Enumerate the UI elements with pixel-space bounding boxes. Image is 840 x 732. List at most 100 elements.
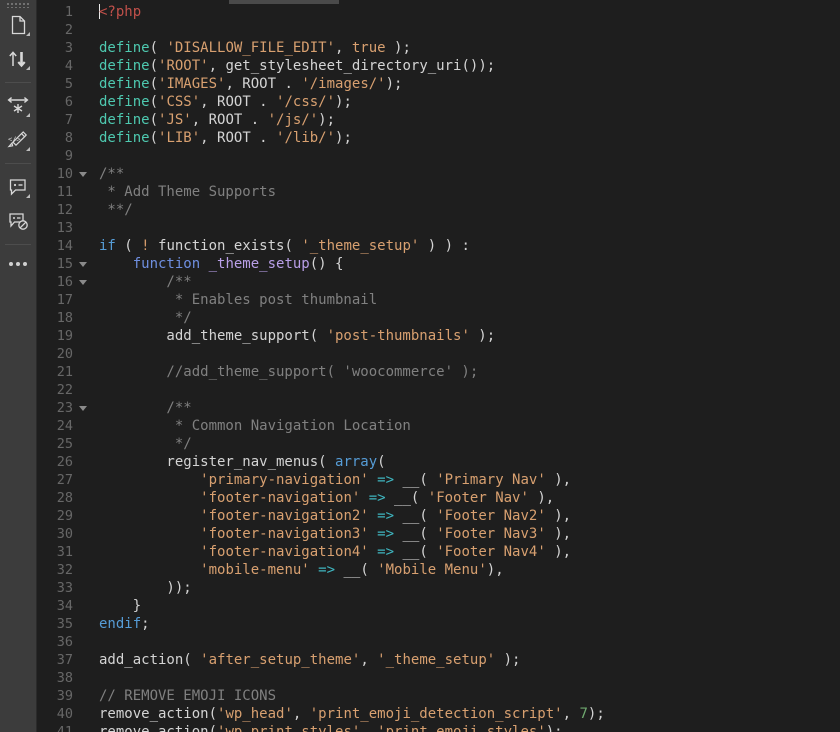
code-line[interactable]: 39 // REMOVE EMOJI ICONS xyxy=(37,687,840,705)
code-edit-icon[interactable]: </> xyxy=(3,125,33,155)
code-line[interactable]: 11 * Add Theme Supports xyxy=(37,183,840,201)
code-line[interactable]: 24 * Common Navigation Location xyxy=(37,417,840,435)
code-text[interactable]: 'mobile-menu' => __( 'Mobile Menu'), xyxy=(91,561,840,579)
fold-toggle-icon[interactable] xyxy=(75,165,91,183)
code-text[interactable]: define('LIB', ROOT . '/lib/'); xyxy=(91,129,840,147)
transfer-icon[interactable] xyxy=(3,44,33,74)
code-text[interactable]: remove_action('wp_head', 'print_emoji_de… xyxy=(91,705,840,723)
code-text[interactable]: */ xyxy=(91,435,840,453)
new-file-icon[interactable] xyxy=(3,10,33,40)
code-text[interactable] xyxy=(91,21,840,39)
code-text[interactable] xyxy=(91,381,840,399)
code-line[interactable]: 23 /** xyxy=(37,399,840,417)
code-text[interactable]: endif; xyxy=(91,615,840,633)
code-line[interactable]: 35 endif; xyxy=(37,615,840,633)
code-text[interactable]: /** xyxy=(91,273,840,291)
code-lines-container[interactable]: 1 <?php 2 3 define( 'DISALLOW_FILE_EDIT', tr… xyxy=(37,3,840,732)
code-line[interactable]: 28 'footer-navigation' => __( 'Footer Na… xyxy=(37,489,840,507)
more-options-icon[interactable] xyxy=(3,251,33,277)
comment-disabled-icon[interactable] xyxy=(3,206,33,236)
code-text[interactable]: 'footer-navigation3' => __( 'Footer Nav3… xyxy=(91,525,840,543)
code-line[interactable]: 14 if ( ! function_exists( '_theme_setup'… xyxy=(37,237,840,255)
horizontal-scrollbar[interactable] xyxy=(37,0,840,6)
code-line[interactable]: 38 xyxy=(37,669,840,687)
code-text[interactable]: define('ROOT', get_stylesheet_directory_… xyxy=(91,57,840,75)
code-line[interactable]: 16 /** xyxy=(37,273,840,291)
code-line[interactable]: 2 xyxy=(37,21,840,39)
code-line[interactable]: 36 xyxy=(37,633,840,651)
scrollbar-thumb[interactable] xyxy=(229,0,339,4)
code-text[interactable]: add_theme_support( 'post-thumbnails' ); xyxy=(91,327,840,345)
code-text[interactable] xyxy=(91,345,840,363)
code-text[interactable]: 'primary-navigation' => __( 'Primary Nav… xyxy=(91,471,840,489)
resize-icon[interactable] xyxy=(3,91,33,121)
code-text[interactable]: )); xyxy=(91,579,840,597)
code-line[interactable]: 8 define('LIB', ROOT . '/lib/'); xyxy=(37,129,840,147)
code-text[interactable]: define( 'DISALLOW_FILE_EDIT', true ); xyxy=(91,39,840,57)
code-line[interactable]: 7 define('JS', ROOT . '/js/'); xyxy=(37,111,840,129)
code-text[interactable]: * Common Navigation Location xyxy=(91,417,840,435)
code-text[interactable]: /** xyxy=(91,165,840,183)
code-text[interactable]: define('IMAGES', ROOT . '/images/'); xyxy=(91,75,840,93)
code-line[interactable]: 15 function _theme_setup() { xyxy=(37,255,840,273)
code-line[interactable]: 4 define('ROOT', get_stylesheet_directory… xyxy=(37,57,840,75)
code-line[interactable]: 34 } xyxy=(37,597,840,615)
code-line[interactable]: 18 */ xyxy=(37,309,840,327)
sidebar-drag-handle[interactable] xyxy=(5,1,31,8)
code-text[interactable] xyxy=(91,669,840,687)
code-line[interactable]: 30 'footer-navigation3' => __( 'Footer N… xyxy=(37,525,840,543)
code-line[interactable]: 25 */ xyxy=(37,435,840,453)
code-line[interactable]: 6 define('CSS', ROOT . '/css/'); xyxy=(37,93,840,111)
code-text[interactable]: * Enables post thumbnail xyxy=(91,291,840,309)
code-text[interactable]: * Add Theme Supports xyxy=(91,183,840,201)
code-text[interactable]: 'footer-navigation2' => __( 'Footer Nav2… xyxy=(91,507,840,525)
code-line[interactable]: 12 **/ xyxy=(37,201,840,219)
code-text[interactable] xyxy=(91,147,840,165)
code-line[interactable]: 41 remove_action('wp_print_styles', 'prin… xyxy=(37,723,840,732)
editor-pane[interactable]: 1 <?php 2 3 define( 'DISALLOW_FILE_EDIT', tr… xyxy=(37,0,840,732)
code-token: 'wp_print_styles' xyxy=(217,724,361,732)
fold-toggle-icon[interactable] xyxy=(75,399,91,417)
code-text[interactable]: // REMOVE EMOJI ICONS xyxy=(91,687,840,705)
code-line[interactable]: 21 //add_theme_support( 'woocommerce' ); xyxy=(37,363,840,381)
code-line[interactable]: 20 xyxy=(37,345,840,363)
code-line[interactable]: 19 add_theme_support( 'post-thumbnails' … xyxy=(37,327,840,345)
code-line[interactable]: 26 register_nav_menus( array( xyxy=(37,453,840,471)
code-line[interactable]: 22 xyxy=(37,381,840,399)
code-line[interactable]: 32 'mobile-menu' => __( 'Mobile Menu'), xyxy=(37,561,840,579)
dropdown-corner-icon xyxy=(26,113,30,117)
code-line[interactable]: 27 'primary-navigation' => __( 'Primary … xyxy=(37,471,840,489)
code-text[interactable]: register_nav_menus( array( xyxy=(91,453,840,471)
fold-gutter-spacer xyxy=(75,579,91,597)
code-text[interactable]: define('JS', ROOT . '/js/'); xyxy=(91,111,840,129)
code-text[interactable]: //add_theme_support( 'woocommerce' ); xyxy=(91,363,840,381)
code-text[interactable]: if ( ! function_exists( '_theme_setup' )… xyxy=(91,237,840,255)
code-line[interactable]: 3 define( 'DISALLOW_FILE_EDIT', true ); xyxy=(37,39,840,57)
code-line[interactable]: 9 xyxy=(37,147,840,165)
code-text[interactable]: /** xyxy=(91,399,840,417)
code-text[interactable] xyxy=(91,219,840,237)
code-line[interactable]: 5 define('IMAGES', ROOT . '/images/'); xyxy=(37,75,840,93)
code-text[interactable]: add_action( 'after_setup_theme', '_theme… xyxy=(91,651,840,669)
code-text[interactable]: } xyxy=(91,597,840,615)
code-line[interactable]: 40 remove_action('wp_head', 'print_emoji_… xyxy=(37,705,840,723)
code-line[interactable]: 29 'footer-navigation2' => __( 'Footer N… xyxy=(37,507,840,525)
comment-icon[interactable] xyxy=(3,172,33,202)
code-line[interactable]: 10 /** xyxy=(37,165,840,183)
code-line[interactable]: 37 add_action( 'after_setup_theme', '_the… xyxy=(37,651,840,669)
code-line[interactable]: 33 )); xyxy=(37,579,840,597)
code-text[interactable]: */ xyxy=(91,309,840,327)
code-text[interactable] xyxy=(91,633,840,651)
code-line[interactable]: 31 'footer-navigation4' => __( 'Footer N… xyxy=(37,543,840,561)
code-text[interactable]: **/ xyxy=(91,201,840,219)
fold-toggle-icon[interactable] xyxy=(75,255,91,273)
code-text[interactable]: function _theme_setup() { xyxy=(91,255,840,273)
code-text[interactable]: define('CSS', ROOT . '/css/'); xyxy=(91,93,840,111)
code-text[interactable]: 'footer-navigation' => __( 'Footer Nav' … xyxy=(91,489,840,507)
code-line[interactable]: 13 xyxy=(37,219,840,237)
code-text[interactable]: remove_action('wp_print_styles', 'print_… xyxy=(91,723,840,732)
fold-toggle-icon[interactable] xyxy=(75,273,91,291)
code-text[interactable]: 'footer-navigation4' => __( 'Footer Nav4… xyxy=(91,543,840,561)
code-line[interactable]: 17 * Enables post thumbnail xyxy=(37,291,840,309)
